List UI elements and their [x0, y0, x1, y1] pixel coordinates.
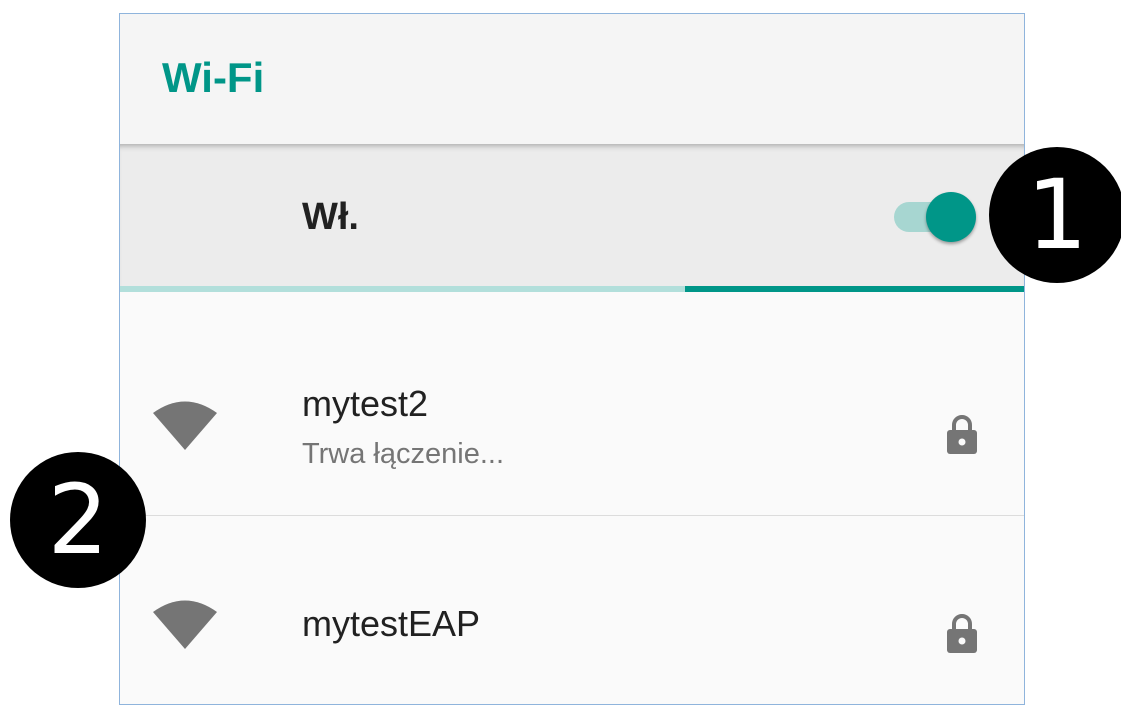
network-name: mytest2	[302, 383, 429, 424]
wifi-toggle-thumb[interactable]	[926, 192, 976, 242]
network-status: Trwa łączenie...	[302, 438, 504, 470]
scan-progress-bar	[120, 286, 1024, 292]
network-list-item[interactable]: mytestEAP	[120, 516, 1024, 704]
wifi-settings-screen: Wi-Fi Wł. mytest2 Trwa łączenie... mytes…	[119, 13, 1025, 705]
wifi-master-switch-row[interactable]: Wł.	[120, 144, 1024, 286]
page-title: Wi-Fi	[162, 54, 265, 101]
callout-badge-1: 1	[989, 147, 1121, 283]
lock-icon	[947, 614, 977, 653]
wifi-signal-icon	[153, 401, 217, 450]
app-bar: Wi-Fi	[120, 14, 1024, 144]
wifi-switch-label: Wł.	[302, 196, 359, 238]
scan-progress-indicator	[685, 286, 1024, 292]
callout-badge-2: 2	[10, 452, 146, 588]
network-list-item[interactable]: mytest2 Trwa łączenie...	[120, 315, 1024, 515]
network-name: mytestEAP	[302, 603, 481, 644]
wifi-signal-icon	[153, 600, 217, 649]
lock-icon	[947, 415, 977, 454]
